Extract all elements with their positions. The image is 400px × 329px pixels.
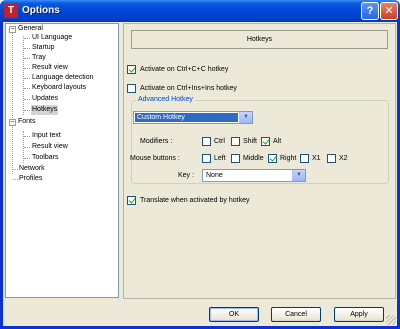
- chevron-down-icon: ▼: [292, 170, 305, 181]
- modifier-alt-checkbox[interactable]: [261, 137, 270, 146]
- tree-item-fonts[interactable]: Fonts: [18, 117, 36, 127]
- modifier-ctrl-label[interactable]: Ctrl: [214, 137, 225, 147]
- tree-connector: [24, 48, 30, 49]
- tree-item-startup[interactable]: Startup: [32, 43, 55, 53]
- modifier-shift-checkbox[interactable]: [231, 137, 240, 146]
- ok-button[interactable]: OK: [209, 307, 259, 322]
- mouse-middle-label[interactable]: Middle: [243, 154, 264, 164]
- mouse-x2-label[interactable]: X2: [339, 154, 348, 164]
- tree-item-network[interactable]: Network: [19, 164, 45, 174]
- tree-connector: [24, 136, 30, 137]
- tree-connector: [12, 32, 13, 174]
- mouse-x1-label[interactable]: X1: [312, 154, 321, 164]
- activate-ctrl-ins-checkbox[interactable]: [127, 84, 136, 93]
- tree-item-toolbars[interactable]: Toolbars: [32, 153, 58, 163]
- tree-connector: [13, 169, 18, 170]
- tree-connector: [24, 158, 30, 159]
- tree-item-result-view[interactable]: Result view: [32, 63, 68, 73]
- modifier-shift-label[interactable]: Shift: [243, 137, 257, 147]
- hotkeys-panel: Hotkeys Activate on Ctrl+C+C hotkey Acti…: [123, 23, 396, 299]
- advanced-hotkey-group: Advanced Hotkey Custom Hotkey ▼ Modifier…: [130, 95, 389, 184]
- tree-item-keyboard-layouts[interactable]: Keyboard layouts: [32, 83, 86, 93]
- resize-grip[interactable]: [386, 315, 396, 325]
- tree-connector: [24, 68, 30, 69]
- mouse-x1-checkbox[interactable]: [300, 154, 309, 163]
- mouse-left-label[interactable]: Left: [214, 154, 226, 164]
- tree-item-language-detection[interactable]: Language detection: [32, 73, 94, 83]
- activate-ctrl-c-checkbox[interactable]: [127, 65, 136, 74]
- mouse-left-checkbox[interactable]: [202, 154, 211, 163]
- close-button[interactable]: ✕: [380, 2, 398, 20]
- tree-connector: [24, 147, 30, 148]
- activate-ctrl-c-label[interactable]: Activate on Ctrl+C+C hotkey: [140, 65, 228, 75]
- hotkey-preset-value: Custom Hotkey: [135, 113, 238, 122]
- key-label: Key :: [178, 172, 194, 179]
- settings-tree[interactable]: − General UI Language Startup Tray Resul…: [5, 23, 119, 298]
- apply-button[interactable]: Apply: [334, 307, 384, 322]
- tree-connector: [24, 88, 30, 89]
- tree-item-profiles[interactable]: Profiles: [19, 174, 42, 184]
- advanced-hotkey-title: Advanced Hotkey: [136, 95, 195, 105]
- options-window: T Options ? ✕ − General UI Language Star…: [0, 0, 400, 329]
- tree-item-hotkeys[interactable]: Hotkeys: [31, 105, 59, 115]
- tree-connector: [13, 179, 18, 180]
- dialog-client: − General UI Language Startup Tray Resul…: [3, 22, 397, 326]
- mouse-buttons-label: Mouse buttons :: [130, 155, 180, 162]
- tree-connector: [24, 99, 30, 100]
- mouse-right-checkbox[interactable]: [268, 154, 277, 163]
- tree-item-input-text[interactable]: Input text: [32, 131, 61, 141]
- key-select[interactable]: None ▼: [202, 169, 306, 182]
- panel-header: Hotkeys: [131, 30, 388, 49]
- tree-item-fonts-result-view[interactable]: Result view: [32, 142, 68, 152]
- tree-item-tray[interactable]: Tray: [32, 53, 46, 63]
- mouse-right-label[interactable]: Right: [280, 154, 296, 164]
- help-button[interactable]: ?: [361, 2, 379, 20]
- tree-connector: [24, 38, 30, 39]
- modifiers-label: Modifiers :: [140, 138, 173, 145]
- window-title: Options: [22, 5, 60, 16]
- tree-connector: [24, 110, 30, 111]
- modifier-alt-label[interactable]: Alt: [273, 137, 281, 147]
- mouse-x2-checkbox[interactable]: [327, 154, 336, 163]
- translate-hotkey-label[interactable]: Translate when activated by hotkey: [140, 196, 249, 206]
- collapse-icon[interactable]: −: [9, 26, 16, 33]
- modifier-ctrl-checkbox[interactable]: [202, 137, 211, 146]
- cancel-button[interactable]: Cancel: [271, 307, 321, 322]
- title-bar[interactable]: T Options ? ✕: [0, 0, 400, 22]
- tree-item-ui-language[interactable]: UI Language: [32, 33, 72, 43]
- key-value: None: [206, 172, 223, 179]
- translate-hotkey-checkbox[interactable]: [127, 196, 136, 205]
- mouse-middle-checkbox[interactable]: [231, 154, 240, 163]
- app-icon: T: [4, 4, 18, 18]
- hotkey-preset-select[interactable]: Custom Hotkey ▼: [133, 111, 253, 124]
- tree-connector: [24, 58, 30, 59]
- chevron-down-icon: ▼: [239, 112, 252, 123]
- tree-item-updates[interactable]: Updates: [32, 94, 58, 104]
- activate-ctrl-ins-label[interactable]: Activate on Ctrl+Ins+Ins hotkey: [140, 84, 237, 94]
- tree-connector: [24, 78, 30, 79]
- collapse-icon[interactable]: −: [9, 119, 16, 126]
